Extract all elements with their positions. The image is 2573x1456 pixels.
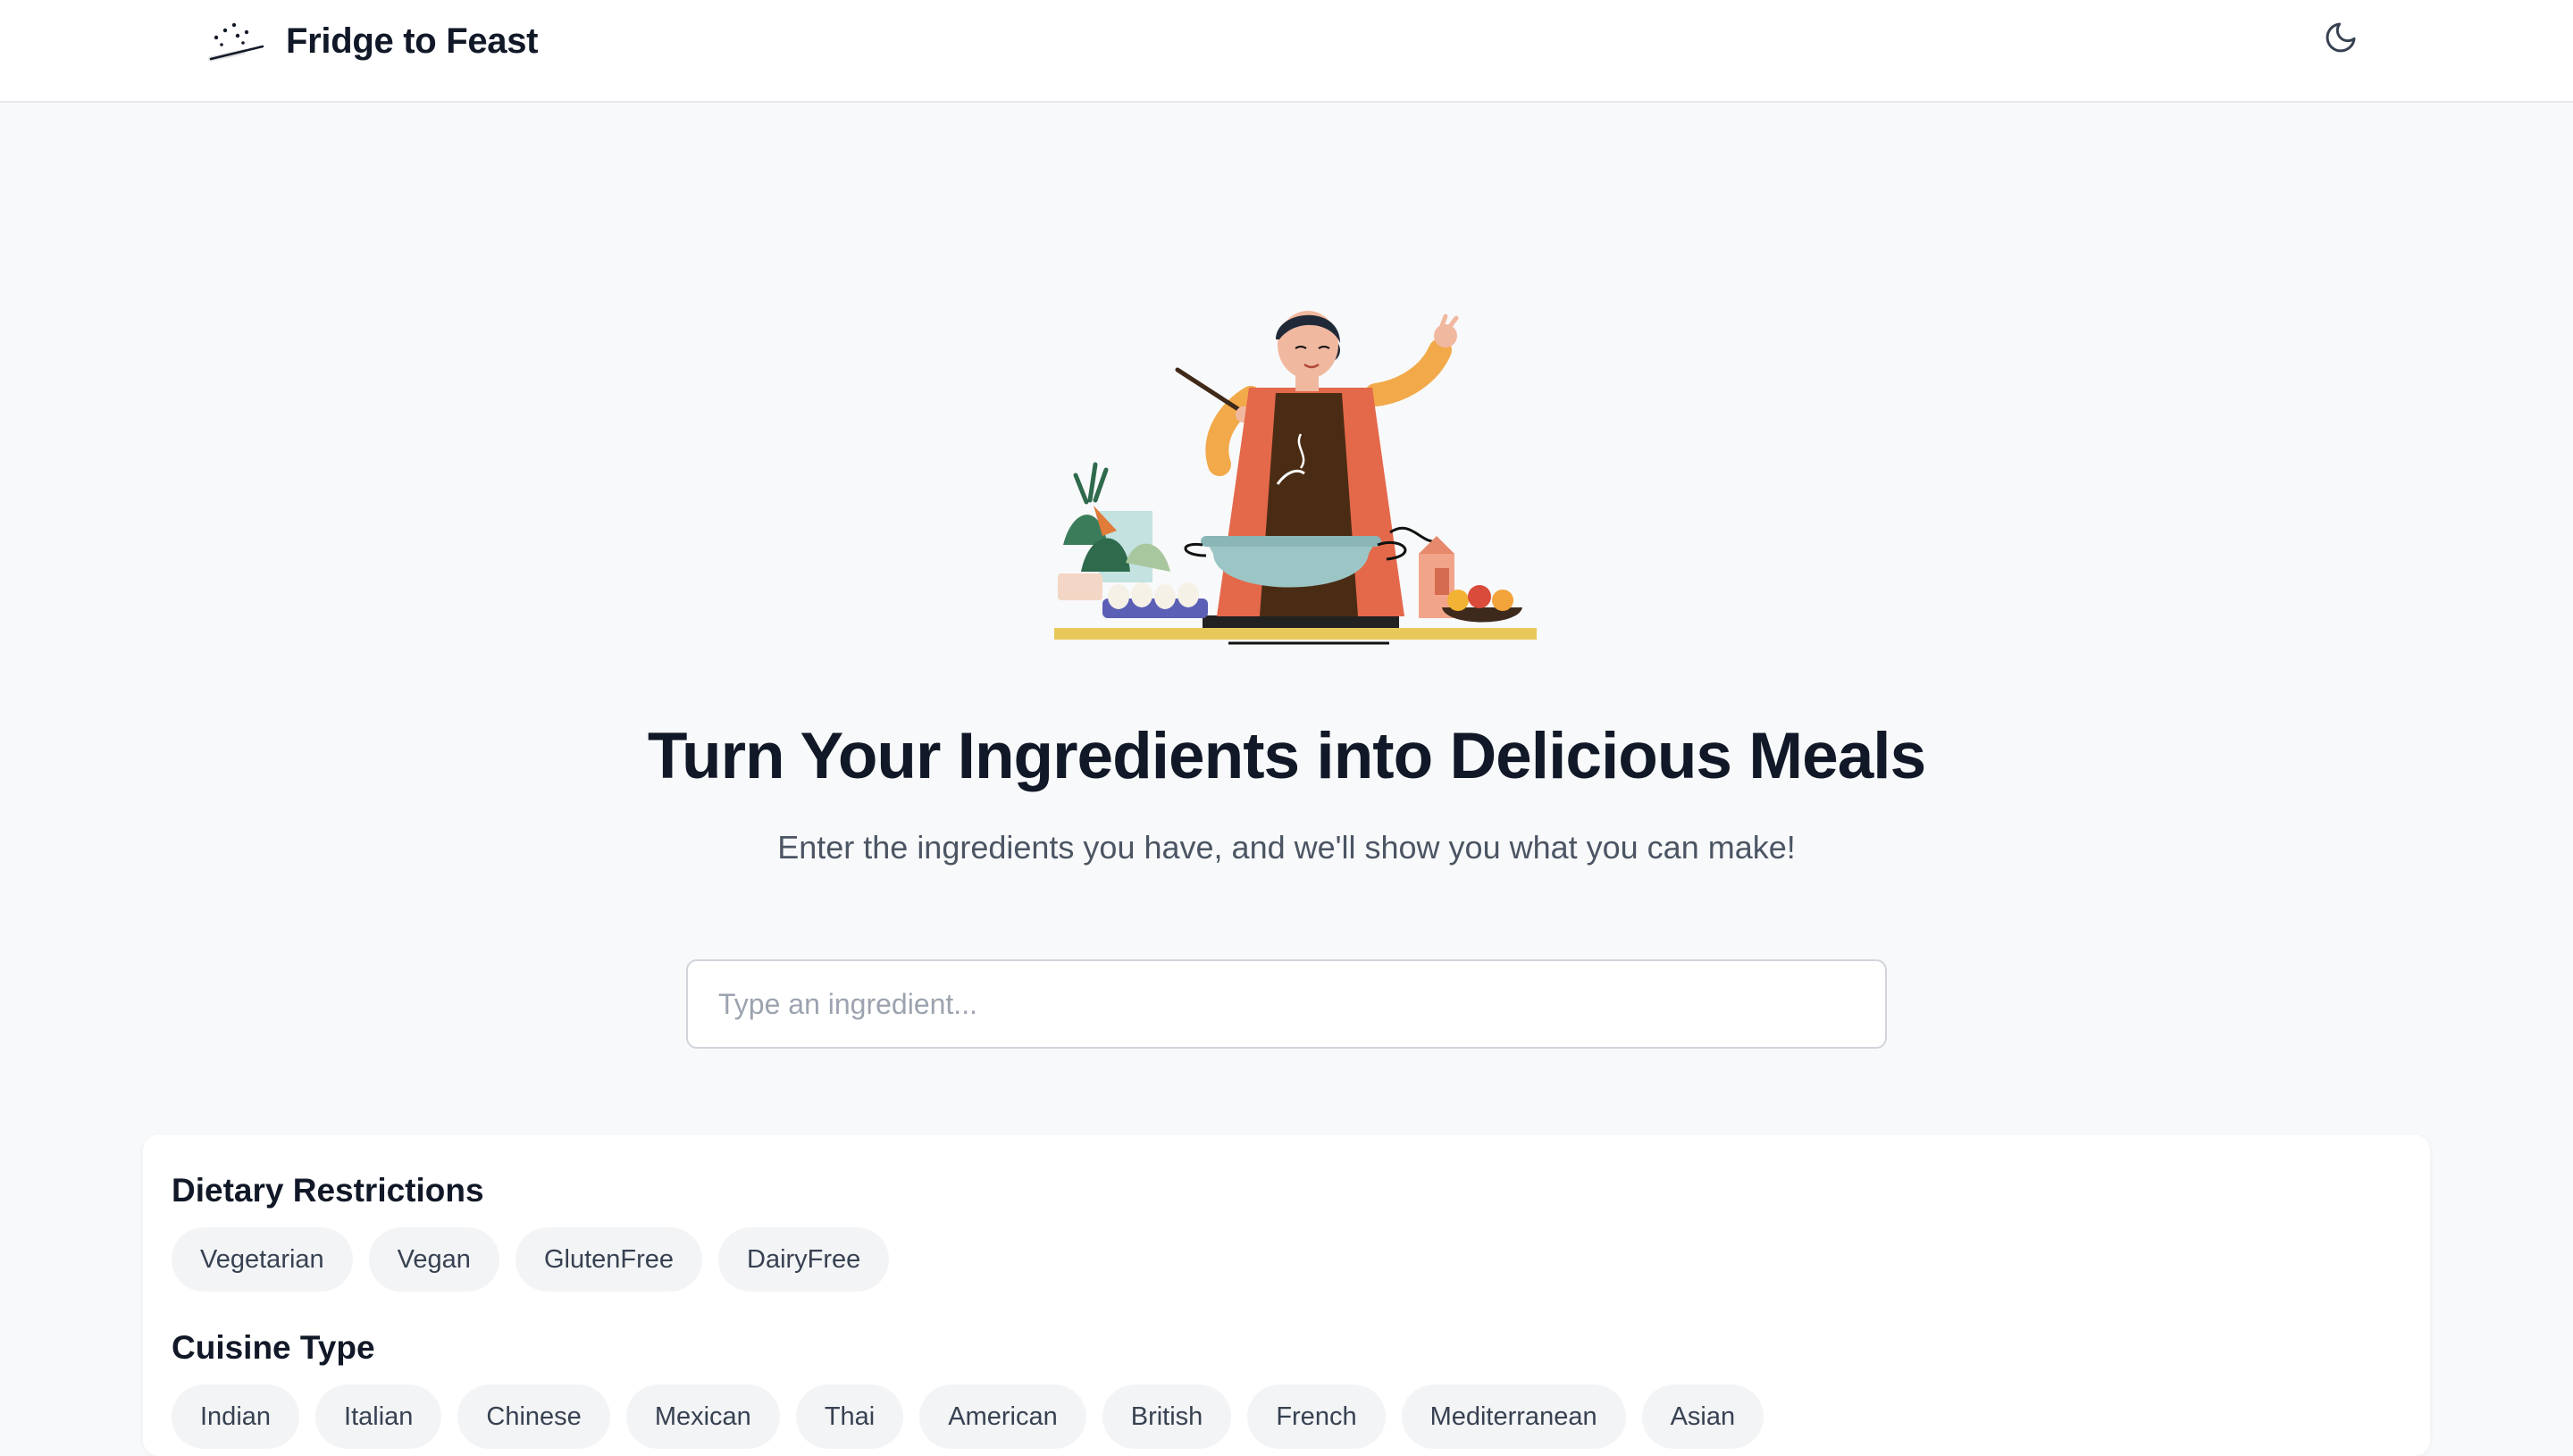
chip-chinese[interactable]: Chinese — [457, 1385, 610, 1449]
chip-mexican[interactable]: Mexican — [625, 1385, 780, 1449]
magic-wand-icon — [208, 22, 264, 62]
search-container — [686, 959, 1887, 1049]
moon-icon — [2326, 22, 2356, 53]
chip-vegan[interactable]: Vegan — [368, 1227, 499, 1292]
theme-toggle-button[interactable] — [2317, 14, 2364, 61]
chip-indian[interactable]: Indian — [172, 1385, 300, 1449]
chip-glutenfree[interactable]: GlutenFree — [515, 1227, 703, 1292]
cuisine-type-title: Cuisine Type — [172, 1329, 375, 1366]
chip-dairyfree[interactable]: DairyFree — [718, 1227, 890, 1292]
filters-panel: Dietary Restrictions Vegetarian Vegan Gl… — [143, 1134, 2430, 1456]
chip-british[interactable]: British — [1102, 1385, 1232, 1449]
hero-subtitle: Enter the ingredients you have, and we'l… — [777, 829, 1796, 866]
chip-mediterranean[interactable]: Mediterranean — [1401, 1385, 1626, 1449]
brand-name: Fridge to Feast — [286, 21, 539, 61]
ingredient-search-input[interactable] — [686, 959, 1887, 1049]
brand-link[interactable]: Fridge to Feast — [207, 16, 539, 66]
cuisine-type-chips: Indian Italian Chinese Mexican Thai Amer… — [172, 1385, 1764, 1449]
dietary-restrictions-title: Dietary Restrictions — [172, 1172, 484, 1209]
chip-vegetarian[interactable]: Vegetarian — [172, 1227, 353, 1292]
chip-american[interactable]: American — [919, 1385, 1086, 1449]
chef-cooking-illustration — [1054, 311, 1537, 645]
dietary-restrictions-chips: Vegetarian Vegan GlutenFree DairyFree — [172, 1227, 890, 1292]
chip-asian[interactable]: Asian — [1641, 1385, 1764, 1449]
hero-title: Turn Your Ingredients into Delicious Mea… — [647, 720, 1926, 792]
chip-french[interactable]: French — [1247, 1385, 1386, 1449]
chip-thai[interactable]: Thai — [795, 1385, 904, 1449]
chip-italian[interactable]: Italian — [315, 1385, 442, 1449]
navbar: Fridge to Feast — [0, 0, 2573, 103]
